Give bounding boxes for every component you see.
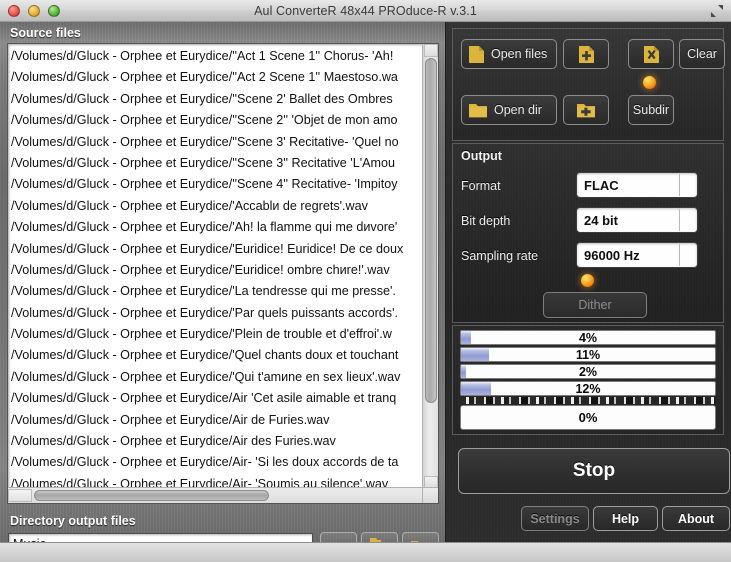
sampling-rate-select[interactable]: 96000 Hz: [576, 242, 698, 268]
window-title: Aul ConverteR 48x44 PROduce-R v.3.1: [254, 3, 477, 18]
file-list-item[interactable]: /Volumes/d/Gluck - Orphee et Eurydice/'P…: [11, 303, 422, 324]
title-bar: Aul ConverteR 48x44 PROduce-R v.3.1: [0, 0, 731, 22]
folder-icon: [468, 102, 488, 119]
source-files-label: Source files: [10, 26, 81, 40]
clear-button[interactable]: Clear: [679, 39, 725, 69]
actions-group: Stop Settings Help About: [452, 446, 730, 534]
scroll-up-cap[interactable]: [424, 44, 438, 57]
progress-percent: 4%: [578, 330, 598, 345]
file-list-item[interactable]: /Volumes/d/Gluck - Orphee et Eurydice/Ai…: [11, 410, 422, 431]
list-vertical-scrollbar[interactable]: [422, 44, 438, 489]
file-list-item[interactable]: /Volumes/d/Gluck - Orphee et Eurydice/Ai…: [11, 431, 422, 452]
file-list-item[interactable]: /Volumes/d/Gluck - Orphee et Eurydice/'E…: [11, 239, 422, 260]
subdir-button[interactable]: Subdir: [628, 95, 674, 125]
source-files-list-frame: /Volumes/d/Gluck - Orphee et Eurydice/''…: [7, 43, 439, 504]
progress-percent: 2%: [578, 364, 598, 379]
open-files-button[interactable]: Open files: [461, 39, 557, 69]
horizontal-scroll-thumb[interactable]: [34, 490, 269, 501]
file-list-item[interactable]: /Volumes/d/Gluck - Orphee et Eurydice/'P…: [11, 324, 422, 345]
source-files-list[interactable]: /Volumes/d/Gluck - Orphee et Eurydice/''…: [8, 44, 422, 489]
settings-button[interactable]: Settings: [521, 506, 589, 531]
directory-output-label: Directory output files: [10, 514, 136, 528]
list-horizontal-scrollbar[interactable]: [8, 487, 422, 503]
vertical-scroll-thumb[interactable]: [425, 58, 437, 403]
progress-bar: 12%: [460, 381, 716, 396]
progress-bar: 4%: [460, 330, 716, 345]
total-progress-bar: 0%: [460, 405, 716, 430]
file-list-item[interactable]: /Volumes/d/Gluck - Orphee et Eurydice/''…: [11, 153, 422, 174]
file-list-item[interactable]: /Volumes/d/Gluck - Orphee et Eurydice/''…: [11, 46, 422, 67]
output-title: Output: [461, 149, 502, 163]
document-icon: [468, 45, 485, 64]
scrollbar-corner: [422, 487, 438, 503]
file-list-item[interactable]: /Volumes/d/Gluck - Orphee et Eurydice/''…: [11, 89, 422, 110]
file-list-item[interactable]: /Volumes/d/Gluck - Orphee et Eurydice/'A…: [11, 196, 422, 217]
file-list-item[interactable]: /Volumes/d/Gluck - Orphee et Eurydice/'A…: [11, 217, 422, 238]
dither-led-indicator: [581, 274, 594, 287]
add-files-button[interactable]: [563, 39, 609, 69]
bit-depth-label: Bit depth: [461, 214, 511, 228]
file-list-item[interactable]: /Volumes/d/Gluck - Orphee et Eurydice/''…: [11, 110, 422, 131]
file-list-item[interactable]: /Volumes/d/Gluck - Orphee et Eurydice/''…: [11, 132, 422, 153]
control-panel: Open files Clear Open dir Subdir Output …: [446, 22, 731, 542]
sampling-rate-label: Sampling rate: [461, 249, 539, 263]
help-button[interactable]: Help: [593, 506, 658, 531]
file-list-item[interactable]: /Volumes/d/Gluck - Orphee et Eurydice/''…: [11, 67, 422, 88]
file-list-item[interactable]: /Volumes/d/Gluck - Orphee et Eurydice/Ai…: [11, 388, 422, 409]
subdir-led-indicator: [643, 76, 656, 89]
app-window: Aul ConverteR 48x44 PROduce-R v.3.1 Sour…: [0, 0, 731, 562]
format-select[interactable]: FLAC: [576, 172, 698, 198]
file-list-item[interactable]: /Volumes/d/Gluck - Orphee et Eurydice/Ai…: [11, 452, 422, 473]
status-bar: [0, 542, 731, 562]
progress-percent: 11%: [575, 347, 601, 362]
folder-plus-icon: [576, 102, 596, 119]
open-dir-button[interactable]: Open dir: [461, 95, 557, 125]
file-list-item[interactable]: /Volumes/d/Gluck - Orphee et Eurydice/'Q…: [11, 367, 422, 388]
bit-depth-select[interactable]: 24 bit: [576, 207, 698, 233]
document-x-icon: [643, 45, 660, 64]
dither-button[interactable]: Dither: [543, 292, 647, 318]
subdir-label: Subdir: [632, 103, 670, 117]
source-files-panel: Source files /Volumes/d/Gluck - Orphee e…: [0, 22, 446, 557]
add-dir-button[interactable]: [563, 95, 609, 125]
scroll-left-cap[interactable]: [8, 489, 32, 502]
clear-label: Clear: [687, 47, 717, 61]
delete-files-button[interactable]: [628, 39, 674, 69]
file-list-item[interactable]: /Volumes/d/Gluck - Orphee et Eurydice/'L…: [11, 281, 422, 302]
stop-button[interactable]: Stop: [458, 448, 730, 494]
file-list-item[interactable]: /Volumes/d/Gluck - Orphee et Eurydice/'Q…: [11, 345, 422, 366]
document-plus-icon: [578, 45, 595, 64]
progress-bar: 2%: [460, 364, 716, 379]
open-dir-label: Open dir: [494, 103, 542, 117]
progress-bar: 11%: [460, 347, 716, 362]
fullscreen-arrows-icon[interactable]: [709, 3, 725, 19]
format-label: Format: [461, 179, 501, 193]
about-button[interactable]: About: [662, 506, 730, 531]
file-list-item[interactable]: /Volumes/d/Gluck - Orphee et Eurydice/'E…: [11, 260, 422, 281]
output-settings-group: Output Format FLAC Bit depth 24 bit Samp…: [452, 143, 724, 323]
file-buttons-group: Open files Clear Open dir Subdir: [452, 28, 725, 141]
file-list-item[interactable]: /Volumes/d/Gluck - Orphee et Eurydice/''…: [11, 174, 422, 195]
progress-group: 4% 11% 2% 12% 0%: [452, 325, 724, 435]
open-files-label: Open files: [491, 47, 548, 61]
progress-percent: 12%: [575, 381, 601, 396]
render-artifact-strip: [460, 397, 716, 404]
